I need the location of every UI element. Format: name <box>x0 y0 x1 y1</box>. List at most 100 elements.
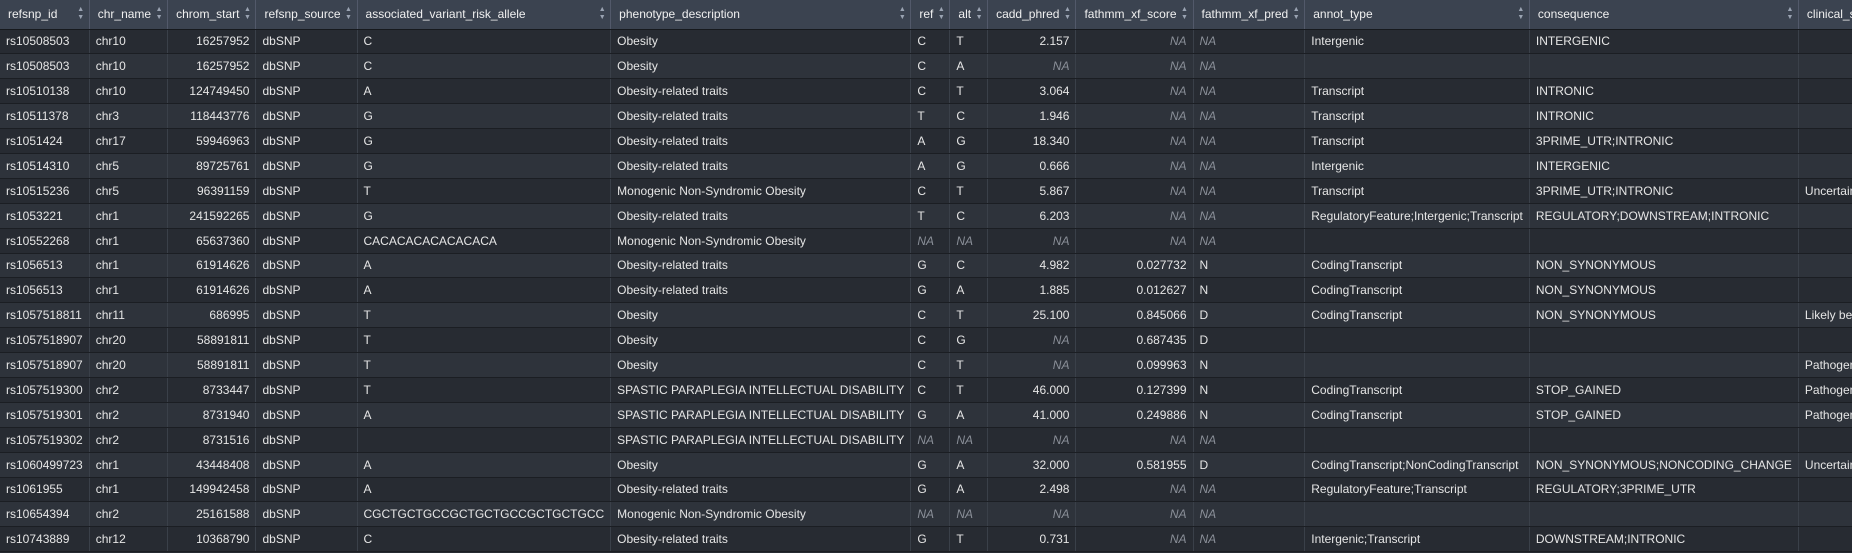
sort-arrows-icon[interactable]: ▲ ▼ <box>1181 6 1189 22</box>
cell-associated-variant-risk-allele: T <box>357 377 612 403</box>
table-row[interactable]: rs1057519301 chr2 8731940 dbSNP A SPASTIC PAR… <box>0 402 1852 428</box>
cell-chr-name: chr2 <box>89 377 169 403</box>
cell-cadd-phred: 41.000 <box>987 402 1077 428</box>
column-header-annot-type[interactable]: annot_type ▲ ▼ <box>1304 0 1530 30</box>
cell-fathmm-xf-pred: D <box>1193 327 1306 354</box>
cell-phenotype-description: SPASTIC PARAPLEGIA INTELLECTUAL DISABILI… <box>610 377 912 403</box>
table-row[interactable]: rs10510138 chr10 124749450 dbSNP A Obesity-re… <box>0 78 1852 105</box>
cell-fathmm-xf-pred: N <box>1193 277 1306 304</box>
cell-chr-name: chr2 <box>89 427 169 453</box>
column-header-chr-name[interactable]: chr_name ▲ ▼ <box>89 0 169 30</box>
cell-phenotype-description: Monogenic Non-Syndromic Obesity <box>610 501 912 528</box>
cell-ref: C <box>910 53 951 80</box>
cell-ref: NA <box>910 427 951 453</box>
cell-chr-name: chr5 <box>89 178 169 204</box>
column-header-clinical-significance[interactable]: clinical_significance▲▼ <box>1798 0 1852 30</box>
table-row[interactable]: rs10743889 chr12 10368790 dbSNP C Obesity-rel… <box>0 526 1852 553</box>
table-row[interactable]: rs1057518907 chr20 58891811 dbSNP T Obesity C G… <box>0 327 1852 354</box>
column-header-associated-variant-risk-allele[interactable]: associated_variant_risk_allele ▲ ▼ <box>357 0 612 30</box>
table-row[interactable]: rs1051424 chr17 59946963 dbSNP G Obesity-rela… <box>0 128 1852 154</box>
cell-fathmm-xf-pred: NA <box>1193 526 1306 553</box>
cell-fathmm-xf-pred: NA <box>1193 228 1306 254</box>
table-row[interactable]: rs1053221 chr1 241592265 dbSNP G Obesity-rela… <box>0 203 1852 229</box>
cell-associated-variant-risk-allele: T <box>357 178 612 204</box>
cell-refsnp-source: dbSNP <box>255 253 358 279</box>
table-row[interactable]: rs1057518811 chr11 686995 dbSNP T Obesity C T 25… <box>0 302 1852 329</box>
cell-cadd-phred: NA <box>987 327 1077 354</box>
sort-arrows-icon[interactable]: ▲ ▼ <box>1063 6 1071 22</box>
cell-cadd-phred: NA <box>987 53 1077 80</box>
sort-arrows-icon[interactable]: ▲ ▼ <box>1786 6 1794 22</box>
cell-consequence: NON_SYNONYMOUS <box>1529 302 1799 329</box>
sort-arrows-icon[interactable]: ▲ ▼ <box>77 6 85 22</box>
sort-arrows-icon[interactable]: ▲ ▼ <box>598 6 606 22</box>
cell-chrom-start: 58891811 <box>167 327 257 354</box>
column-header-refsnp-id[interactable]: refsnp_id ▲ ▼ <box>0 0 90 30</box>
column-header-label: consequence <box>1537 7 1610 22</box>
table-row[interactable]: rs10552268 chr1 65637360 dbSNP CACACACACACAC… <box>0 228 1852 254</box>
column-header-chrom-start[interactable]: chrom_start ▲ ▼ <box>167 0 257 30</box>
cell-consequence <box>1529 327 1799 354</box>
table-row[interactable]: rs1056513 chr1 61914626 dbSNP A Obesity-relat… <box>0 277 1852 304</box>
cell-clinical-significance <box>1798 253 1852 279</box>
sort-arrows-icon[interactable]: ▲ ▼ <box>155 6 163 22</box>
table-row[interactable]: rs10508503 chr10 16257952 dbSNP C Obesity C A NA… <box>0 53 1852 80</box>
cell-ref: C <box>910 377 951 403</box>
table-row[interactable]: rs1061955 chr1 149942458 dbSNP A Obesity-rela… <box>0 477 1852 503</box>
cell-annot-type: CodingTranscript;NonCodingTranscript <box>1304 452 1530 478</box>
cell-fathmm-xf-pred: NA <box>1193 153 1306 179</box>
column-header-cadd-phred[interactable]: cadd_phred ▲ ▼ <box>987 0 1077 30</box>
sort-arrows-icon[interactable]: ▲ ▼ <box>898 6 906 22</box>
sort-arrows-icon[interactable]: ▲ ▼ <box>1292 6 1300 22</box>
table-row[interactable]: rs10511378 chr3 118443776 dbSNP G Obesity-rel… <box>0 103 1852 130</box>
cell-fathmm-xf-score: 0.099963 <box>1075 352 1194 378</box>
table-row[interactable]: rs1056513 chr1 61914626 dbSNP A Obesity-relat… <box>0 253 1852 279</box>
cell-refsnp-id: rs10508503 <box>0 29 90 55</box>
sort-arrows-icon[interactable]: ▲ ▼ <box>243 6 251 22</box>
cell-consequence <box>1529 352 1799 378</box>
table-row[interactable]: rs10515236 chr5 96391159 dbSNP T Monogenic No… <box>0 178 1852 204</box>
cell-clinical-significance <box>1798 128 1852 154</box>
cell-cadd-phred: NA <box>987 228 1077 254</box>
column-header-phenotype-description[interactable]: phenotype_description ▲ ▼ <box>610 0 912 30</box>
cell-cadd-phred: 6.203 <box>987 203 1077 229</box>
column-header-consequence[interactable]: consequence ▲ ▼ <box>1529 0 1799 30</box>
cell-annot-type: Transcript <box>1304 103 1530 130</box>
cell-associated-variant-risk-allele: C <box>357 526 612 553</box>
column-header-alt[interactable]: alt ▲ ▼ <box>949 0 989 30</box>
cell-clinical-significance: Uncertain significance;Uncertain signifi… <box>1798 178 1852 204</box>
table-row[interactable]: rs1057518907 chr20 58891811 dbSNP T Obesity C T… <box>0 352 1852 378</box>
cell-refsnp-source: dbSNP <box>255 78 358 105</box>
cell-chrom-start: 43448408 <box>167 452 257 478</box>
sort-arrows-icon[interactable]: ▲ ▼ <box>937 6 945 22</box>
cell-clinical-significance <box>1798 526 1852 553</box>
sort-arrows-icon[interactable]: ▲ ▼ <box>345 6 353 22</box>
cell-ref: G <box>910 477 951 503</box>
cell-fathmm-xf-score: NA <box>1075 526 1194 553</box>
cell-alt: G <box>949 327 989 354</box>
cell-alt: NA <box>949 501 989 528</box>
column-header-ref[interactable]: ref ▲ ▼ <box>910 0 951 30</box>
cell-chr-name: chr5 <box>89 153 169 179</box>
cell-phenotype-description: SPASTIC PARAPLEGIA INTELLECTUAL DISABILI… <box>610 427 912 453</box>
cell-fathmm-xf-score: NA <box>1075 53 1194 80</box>
table-row[interactable]: rs10654394 chr2 25161588 dbSNP CGCTGCTGCCGCT… <box>0 501 1852 528</box>
table-row[interactable]: rs1057519300 chr2 8733447 dbSNP T SPASTIC PAR… <box>0 377 1852 403</box>
cell-chrom-start: 89725761 <box>167 153 257 179</box>
cell-associated-variant-risk-allele: T <box>357 302 612 329</box>
sort-arrows-icon[interactable]: ▲ ▼ <box>975 6 983 22</box>
column-header-fathmm-xf-pred[interactable]: fathmm_xf_pred ▲ ▼ <box>1193 0 1306 30</box>
column-header-fathmm-xf-score[interactable]: fathmm_xf_score ▲ ▼ <box>1075 0 1194 30</box>
table-row[interactable]: rs1057519302 chr2 8731516 dbSNP SPASTIC PARA… <box>0 427 1852 453</box>
cell-refsnp-id: rs1057518907 <box>0 352 90 378</box>
cell-annot-type <box>1304 427 1530 453</box>
sort-arrows-icon[interactable]: ▲ ▼ <box>1517 6 1525 22</box>
table-row[interactable]: rs10508503 chr10 16257952 dbSNP C Obesity C T 2.… <box>0 29 1852 55</box>
cell-chr-name: chr12 <box>89 526 169 553</box>
cell-alt: T <box>949 178 989 204</box>
cell-ref: G <box>910 526 951 553</box>
table-row[interactable]: rs1060499723 chr1 43448408 dbSNP A Obesity G A 3… <box>0 452 1852 478</box>
table-row[interactable]: rs10514310 chr5 89725761 dbSNP G Obesity-rela… <box>0 153 1852 179</box>
cell-chr-name: chr2 <box>89 402 169 428</box>
column-header-refsnp-source[interactable]: refsnp_source ▲ ▼ <box>255 0 358 30</box>
